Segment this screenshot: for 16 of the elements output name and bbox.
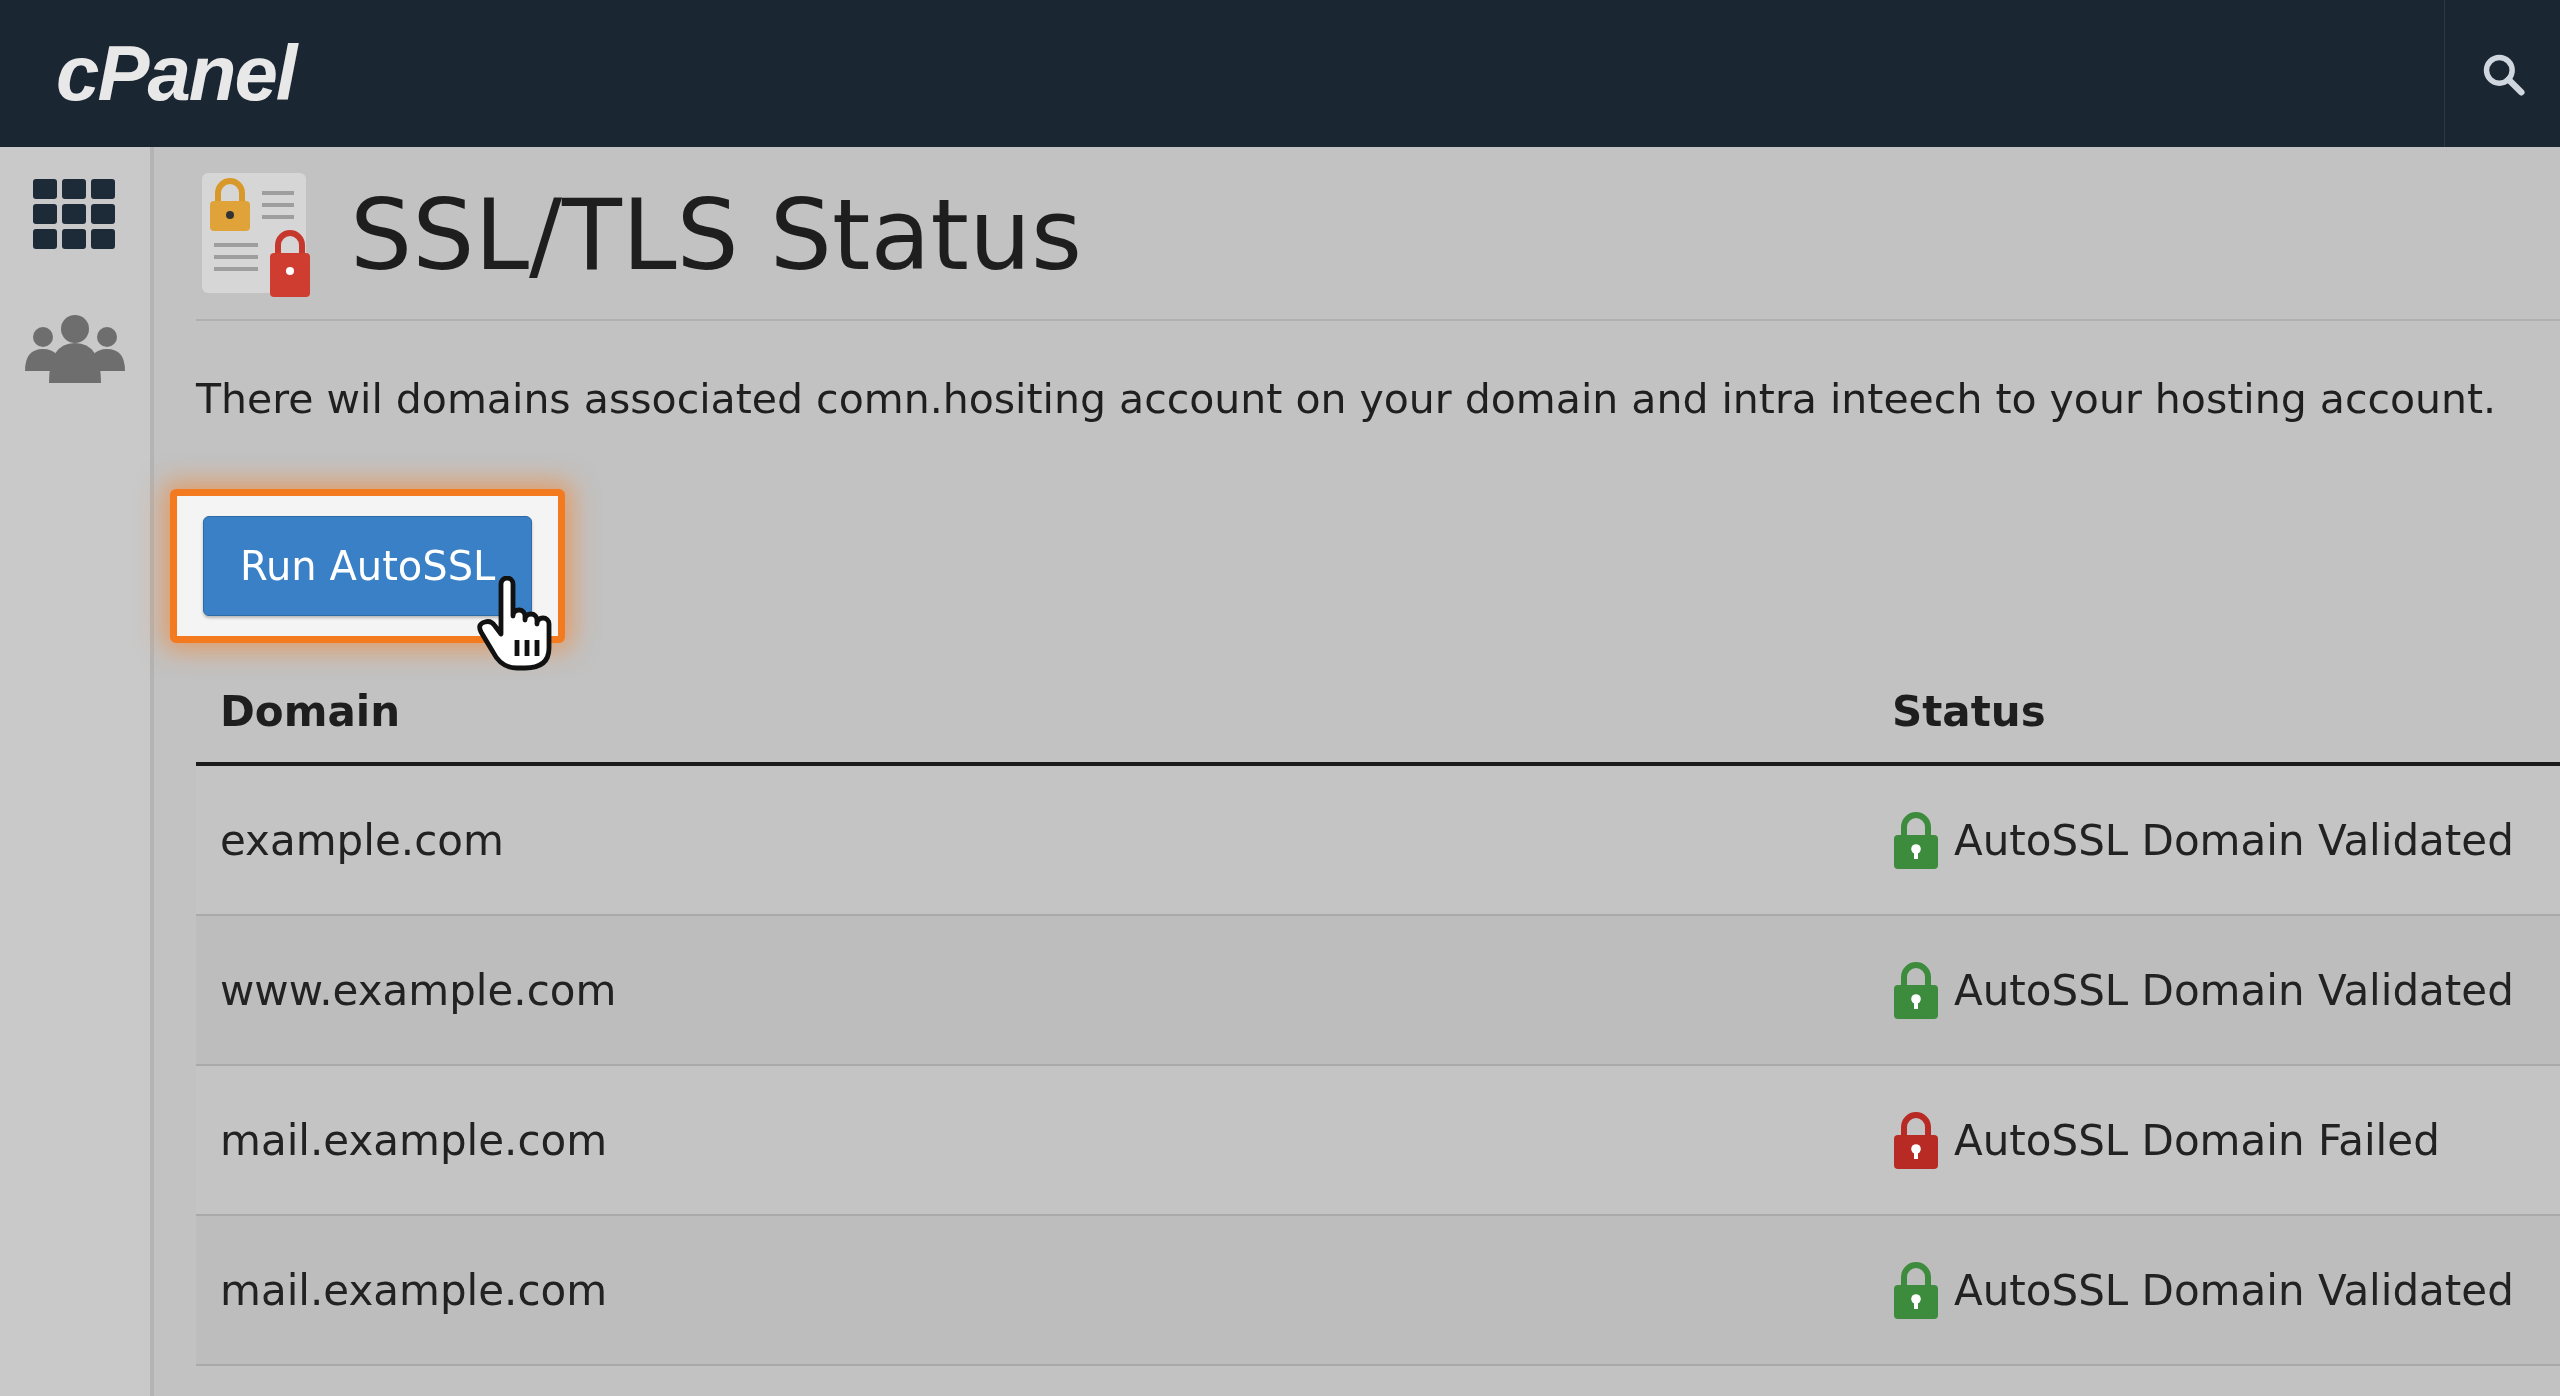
- cpanel-logo[interactable]: cPanel: [56, 28, 296, 119]
- domain-cell-text: mail.example.com: [219, 1265, 609, 1315]
- page-title: SSL/TLS Status: [350, 182, 1083, 290]
- column-header: Domain: [219, 687, 402, 736]
- domain-cell-text: www.example.com: [219, 965, 618, 1015]
- grid-icon[interactable]: [33, 179, 117, 251]
- status-text: AutoSSL Domain Validated: [1954, 815, 2514, 865]
- status-text: AutoSSL Domain Failed: [1954, 1115, 2440, 1165]
- status-text: AutoSSL Domain Validated: [1954, 1265, 2514, 1315]
- description-text: There wil domains associated comn.hositing account on your domain and intra inteech to your hosting account.: [196, 375, 2498, 423]
- domain-cell-text: example.com: [219, 815, 505, 865]
- status-text: AutoSSL Domain Validated: [1954, 965, 2514, 1015]
- run-autossl-button[interactable]: Run AutoSSL: [203, 516, 533, 616]
- domain-cell-text: mail.example.com: [219, 1115, 609, 1165]
- users-icon[interactable]: [25, 313, 125, 383]
- column-header: Status: [1891, 687, 2047, 736]
